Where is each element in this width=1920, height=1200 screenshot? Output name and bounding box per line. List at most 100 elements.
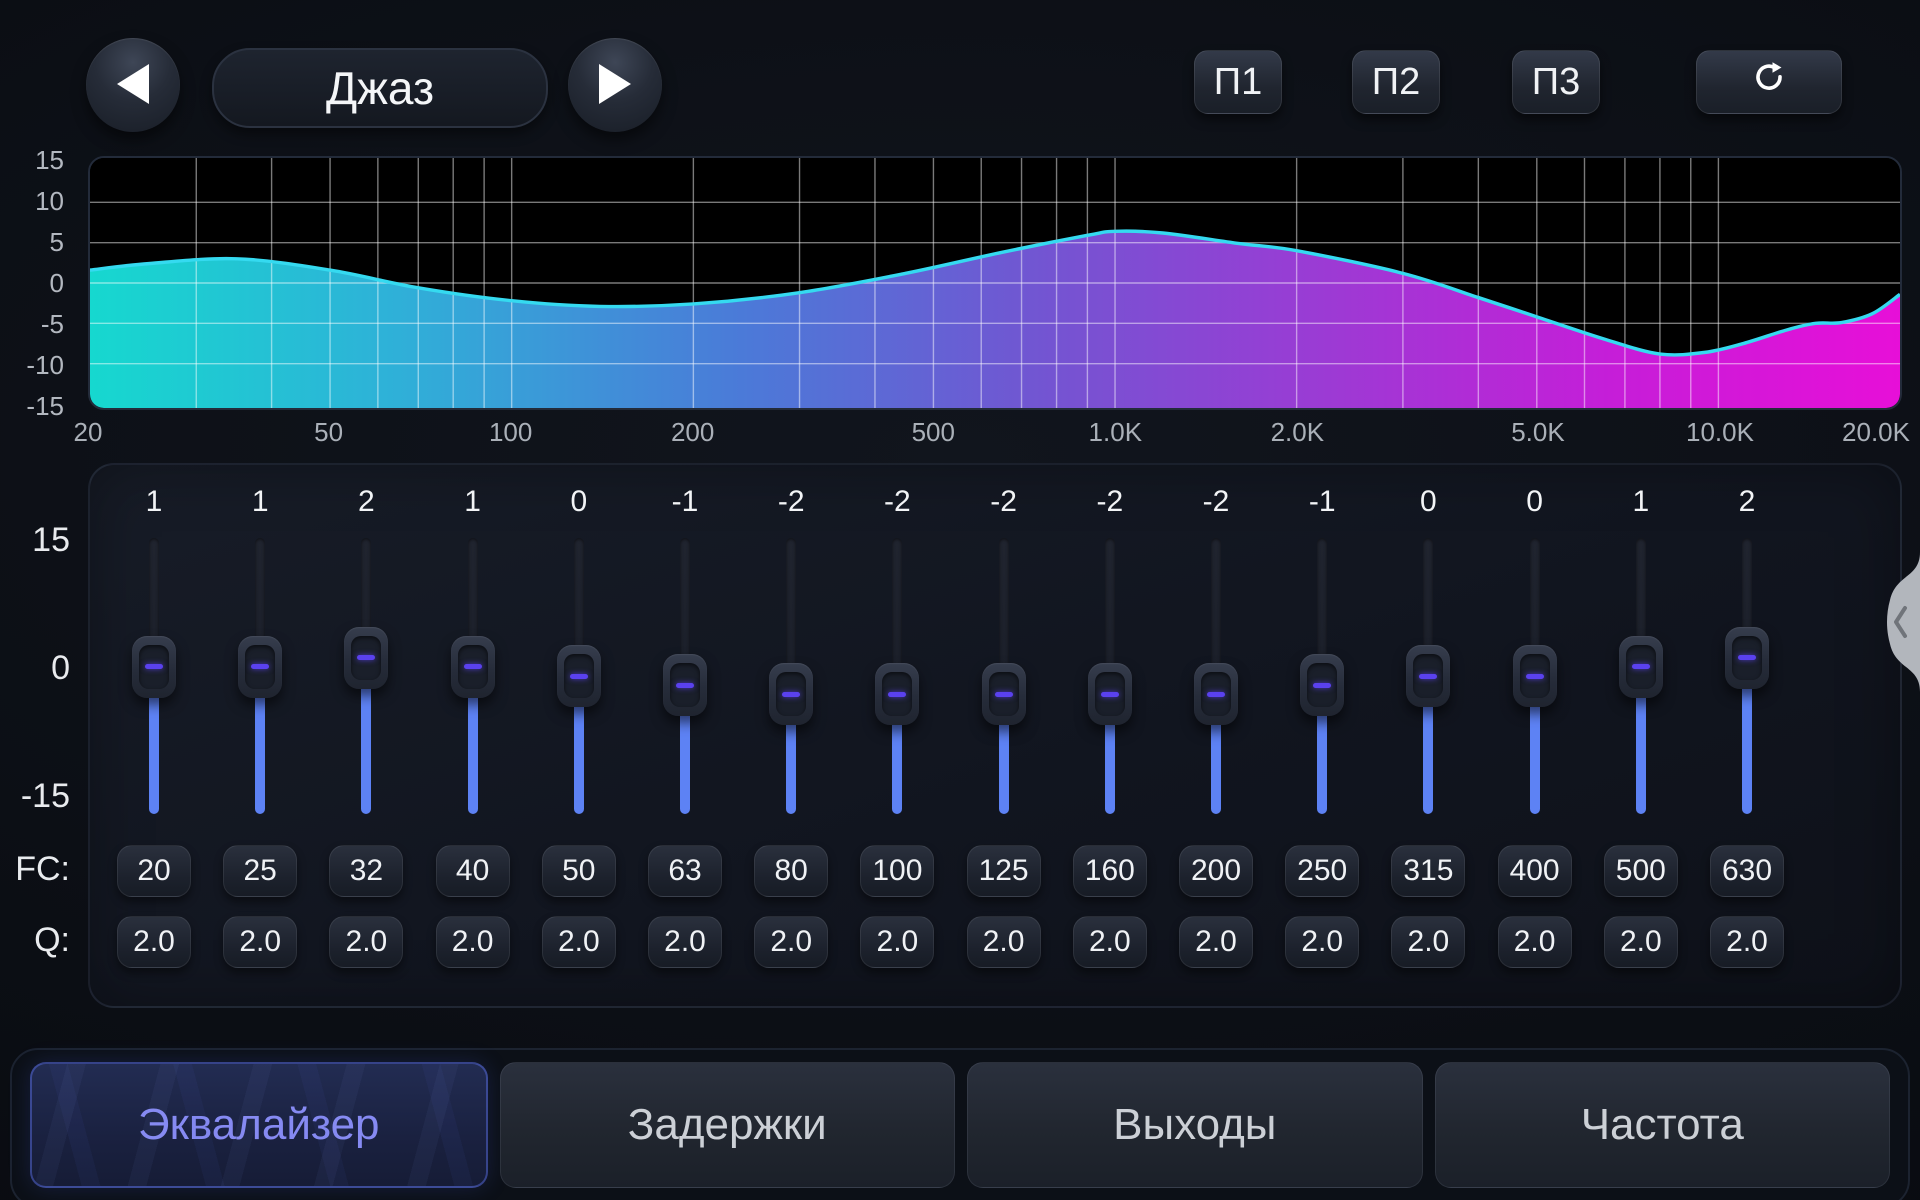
band-7-slider-thumb[interactable] xyxy=(769,663,813,725)
band-11-slider-thumb[interactable] xyxy=(1194,663,1238,725)
tab-outputs[interactable]: Выходы xyxy=(967,1062,1423,1188)
x-tick-label: 10.0K xyxy=(1686,416,1754,448)
refresh-icon xyxy=(1751,59,1787,105)
band-13-q-chip[interactable]: 2.0 xyxy=(1391,916,1465,968)
thumb-inner xyxy=(1307,663,1337,707)
thumb-dash-icon xyxy=(1526,674,1544,679)
x-tick-label: 200 xyxy=(671,416,714,448)
band-13-fc-chip[interactable]: 315 xyxy=(1391,845,1465,897)
band-4-fc-chip[interactable]: 40 xyxy=(436,845,510,897)
band-3-fc-chip[interactable]: 32 xyxy=(329,845,403,897)
band-10-q-chip[interactable]: 2.0 xyxy=(1073,916,1147,968)
band-16-slider-thumb[interactable] xyxy=(1725,627,1769,689)
thumb-dash-icon xyxy=(464,664,482,669)
band-8-q-chip[interactable]: 2.0 xyxy=(860,916,934,968)
band-9-q-chip[interactable]: 2.0 xyxy=(967,916,1041,968)
band-15-slider-thumb[interactable] xyxy=(1619,636,1663,698)
band-gain-value: 1 xyxy=(101,484,207,520)
x-tick-label: 1.0K xyxy=(1089,416,1143,448)
band-11-fc-chip[interactable]: 200 xyxy=(1179,845,1253,897)
preset-slot-3-button[interactable]: П3 xyxy=(1512,50,1600,114)
band-12-slider-thumb[interactable] xyxy=(1300,654,1344,716)
thumb-dash-icon xyxy=(145,664,163,669)
band-4-q-chip[interactable]: 2.0 xyxy=(436,916,510,968)
band-10-column: -21602.0 xyxy=(1057,465,1163,1010)
thumb-dash-icon xyxy=(1101,692,1119,697)
tab-frequency[interactable]: Частота xyxy=(1435,1062,1891,1188)
reset-button[interactable] xyxy=(1696,50,1842,114)
tab-label: Эквалайзер xyxy=(138,1100,380,1150)
x-tick-label: 100 xyxy=(489,416,532,448)
preset-next-button[interactable] xyxy=(568,38,662,132)
band-8-slider-thumb[interactable] xyxy=(875,663,919,725)
band-5-slider-thumb[interactable] xyxy=(557,645,601,707)
band-14-column: 0 400 2.0 xyxy=(1482,465,1588,1010)
band-13-slider-thumb[interactable] xyxy=(1406,645,1450,707)
band-1-fc-chip[interactable]: 20 xyxy=(117,845,191,897)
preset-name-display[interactable]: Джаз xyxy=(212,48,548,128)
x-tick-label: 2.0K xyxy=(1271,416,1325,448)
thumb-inner xyxy=(564,654,594,698)
band-14-fc-chip[interactable]: 400 xyxy=(1498,845,1572,897)
band-14-slider-thumb[interactable] xyxy=(1513,645,1557,707)
side-menu-pull-tab[interactable] xyxy=(1874,552,1920,692)
band-12-q-chip[interactable]: 2.0 xyxy=(1285,916,1359,968)
band-gain-value: -2 xyxy=(951,484,1057,520)
band-2-slider-thumb[interactable] xyxy=(238,636,282,698)
band-5-fc-chip[interactable]: 50 xyxy=(542,845,616,897)
band-4-slider-thumb[interactable] xyxy=(451,636,495,698)
band-3-slider-thumb[interactable] xyxy=(344,627,388,689)
bottom-tab-bar: Эквалайзер ЗадержкиВыходыЧастота xyxy=(10,1048,1910,1200)
band-7-fc-chip[interactable]: 80 xyxy=(754,845,828,897)
thumb-inner xyxy=(1626,645,1656,689)
triangle-left-icon xyxy=(113,62,153,109)
band-2-fc-chip[interactable]: 25 xyxy=(223,845,297,897)
band-gain-value: 0 xyxy=(526,484,632,520)
eq-scale-top-label: 15 xyxy=(0,522,70,558)
preset-prev-button[interactable] xyxy=(86,38,180,132)
band-9-fc-chip[interactable]: 125 xyxy=(967,845,1041,897)
preset-slot-1-button[interactable]: П1 xyxy=(1194,50,1282,114)
band-6-slider-thumb[interactable] xyxy=(663,654,707,716)
band-14-q-chip[interactable]: 2.0 xyxy=(1498,916,1572,968)
band-16-column: 2 630 2.0 xyxy=(1694,465,1800,1010)
band-6-fc-chip[interactable]: 63 xyxy=(648,845,722,897)
band-16-q-chip[interactable]: 2.0 xyxy=(1710,916,1784,968)
band-16-fc-chip[interactable]: 630 xyxy=(1710,845,1784,897)
band-12-fc-chip[interactable]: 250 xyxy=(1285,845,1359,897)
preset-slot-2-button[interactable]: П2 xyxy=(1352,50,1440,114)
band-10-fc-chip[interactable]: 160 xyxy=(1073,845,1147,897)
thumb-dash-icon xyxy=(1313,683,1331,688)
thumb-inner xyxy=(882,672,912,716)
eq-response-plot xyxy=(88,156,1902,410)
thumb-inner xyxy=(1732,636,1762,680)
band-6-q-chip[interactable]: 2.0 xyxy=(648,916,722,968)
band-9-slider-thumb[interactable] xyxy=(982,663,1026,725)
band-11-q-chip[interactable]: 2.0 xyxy=(1179,916,1253,968)
band-15-fc-chip[interactable]: 500 xyxy=(1604,845,1678,897)
band-gain-value: 0 xyxy=(1482,484,1588,520)
band-gain-value: -2 xyxy=(738,484,844,520)
band-3-q-chip[interactable]: 2.0 xyxy=(329,916,403,968)
thumb-dash-icon xyxy=(1207,692,1225,697)
band-1-slider-thumb[interactable] xyxy=(132,636,176,698)
bands-container: 1202.01252.02322.01402.00502.0-1632.0-28… xyxy=(90,465,1900,1006)
tab-equalizer[interactable]: Эквалайзер xyxy=(30,1062,488,1188)
band-15-q-chip[interactable]: 2.0 xyxy=(1604,916,1678,968)
band-7-q-chip[interactable]: 2.0 xyxy=(754,916,828,968)
preset-name: Джаз xyxy=(326,61,434,115)
band-1-q-chip[interactable]: 2.0 xyxy=(117,916,191,968)
eq-scale-mid-label: 0 xyxy=(0,650,70,686)
band-gain-value: 2 xyxy=(1694,484,1800,520)
y-tick-label: 5 xyxy=(0,227,64,257)
band-10-slider-thumb[interactable] xyxy=(1088,663,1132,725)
band-5-q-chip[interactable]: 2.0 xyxy=(542,916,616,968)
tab-delays[interactable]: Задержки xyxy=(500,1062,956,1188)
band-11-column: -22002.0 xyxy=(1163,465,1269,1010)
band-8-fc-chip[interactable]: 100 xyxy=(860,845,934,897)
band-2-column: 1252.0 xyxy=(207,465,313,1010)
band-gain-value: 0 xyxy=(1375,484,1481,520)
thumb-dash-icon xyxy=(1738,655,1756,660)
x-tick-label: 5.0K xyxy=(1511,416,1565,448)
band-2-q-chip[interactable]: 2.0 xyxy=(223,916,297,968)
